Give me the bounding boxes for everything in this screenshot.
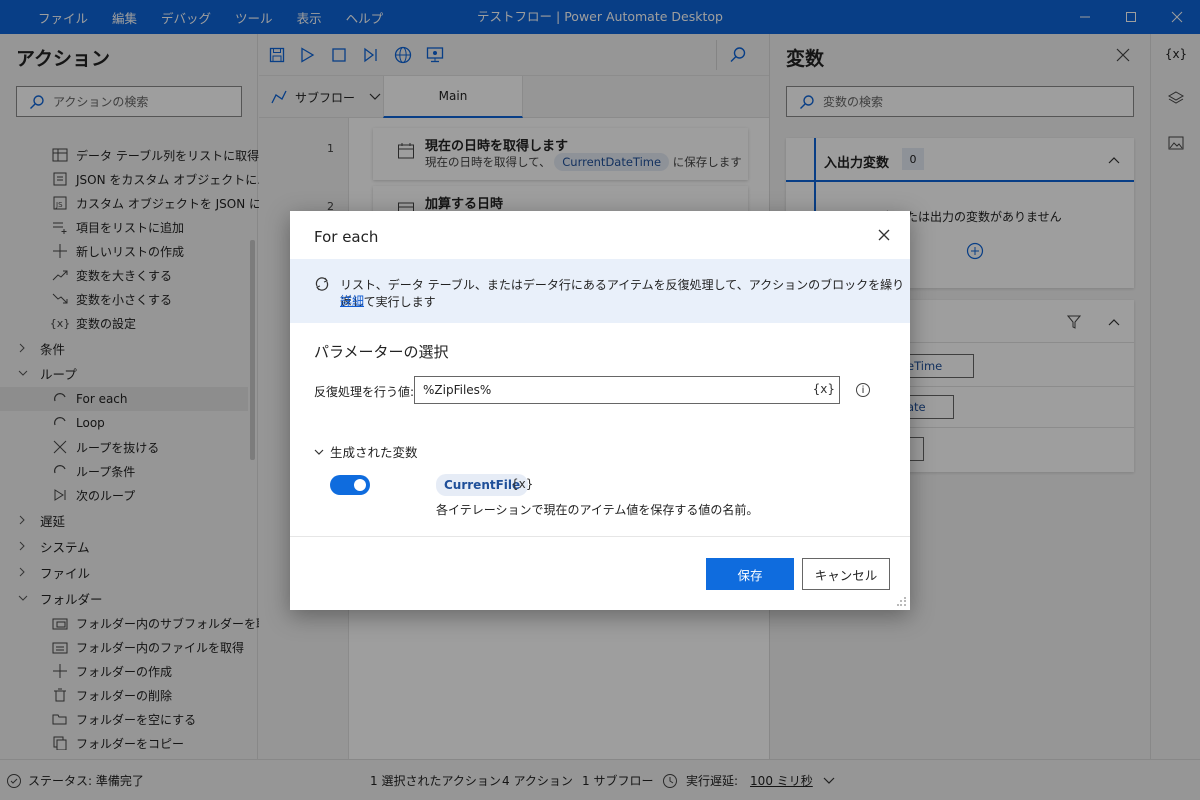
dialog-close-button[interactable] [874,225,894,245]
iterate-value-text: %ZipFiles% [423,383,492,397]
loop-icon [315,277,329,291]
save-button[interactable]: 保存 [706,558,794,590]
details-link[interactable]: 詳細 [340,292,364,309]
chevron-down-icon [314,449,324,455]
info-icon[interactable]: i [856,383,870,397]
for-each-dialog: For each リスト、データ テーブル、またはデータ行にあるアイテムを反復処… [290,211,910,610]
info-banner: リスト、データ テーブル、またはデータ行にあるアイテムを反復処理して、アクション… [290,259,910,323]
dialog-title: For each [314,228,379,246]
generated-variable-toggle[interactable] [330,475,370,495]
generated-variables-header[interactable]: 生成された変数 [314,442,418,461]
resize-grip-icon[interactable] [897,597,907,607]
info-text: リスト、データ テーブル、またはデータ行にあるアイテムを反復処理して、アクション… [340,278,905,309]
toggle-knob [354,479,366,491]
iterate-value-input[interactable]: %ZipFiles% {x} [414,376,840,404]
parameters-section-title: パラメーターの選択 [314,343,449,361]
variable-picker-button[interactable]: {x} [813,382,835,396]
cancel-button[interactable]: キャンセル [802,558,890,590]
variable-icon: {x} [511,477,534,491]
generated-variable-description: 各イテレーションで現在のアイテム値を保存する値の名前。 [436,503,759,517]
dialog-divider [290,536,910,537]
iterate-value-label: 反復処理を行う値: [314,385,415,399]
close-icon [878,229,890,241]
